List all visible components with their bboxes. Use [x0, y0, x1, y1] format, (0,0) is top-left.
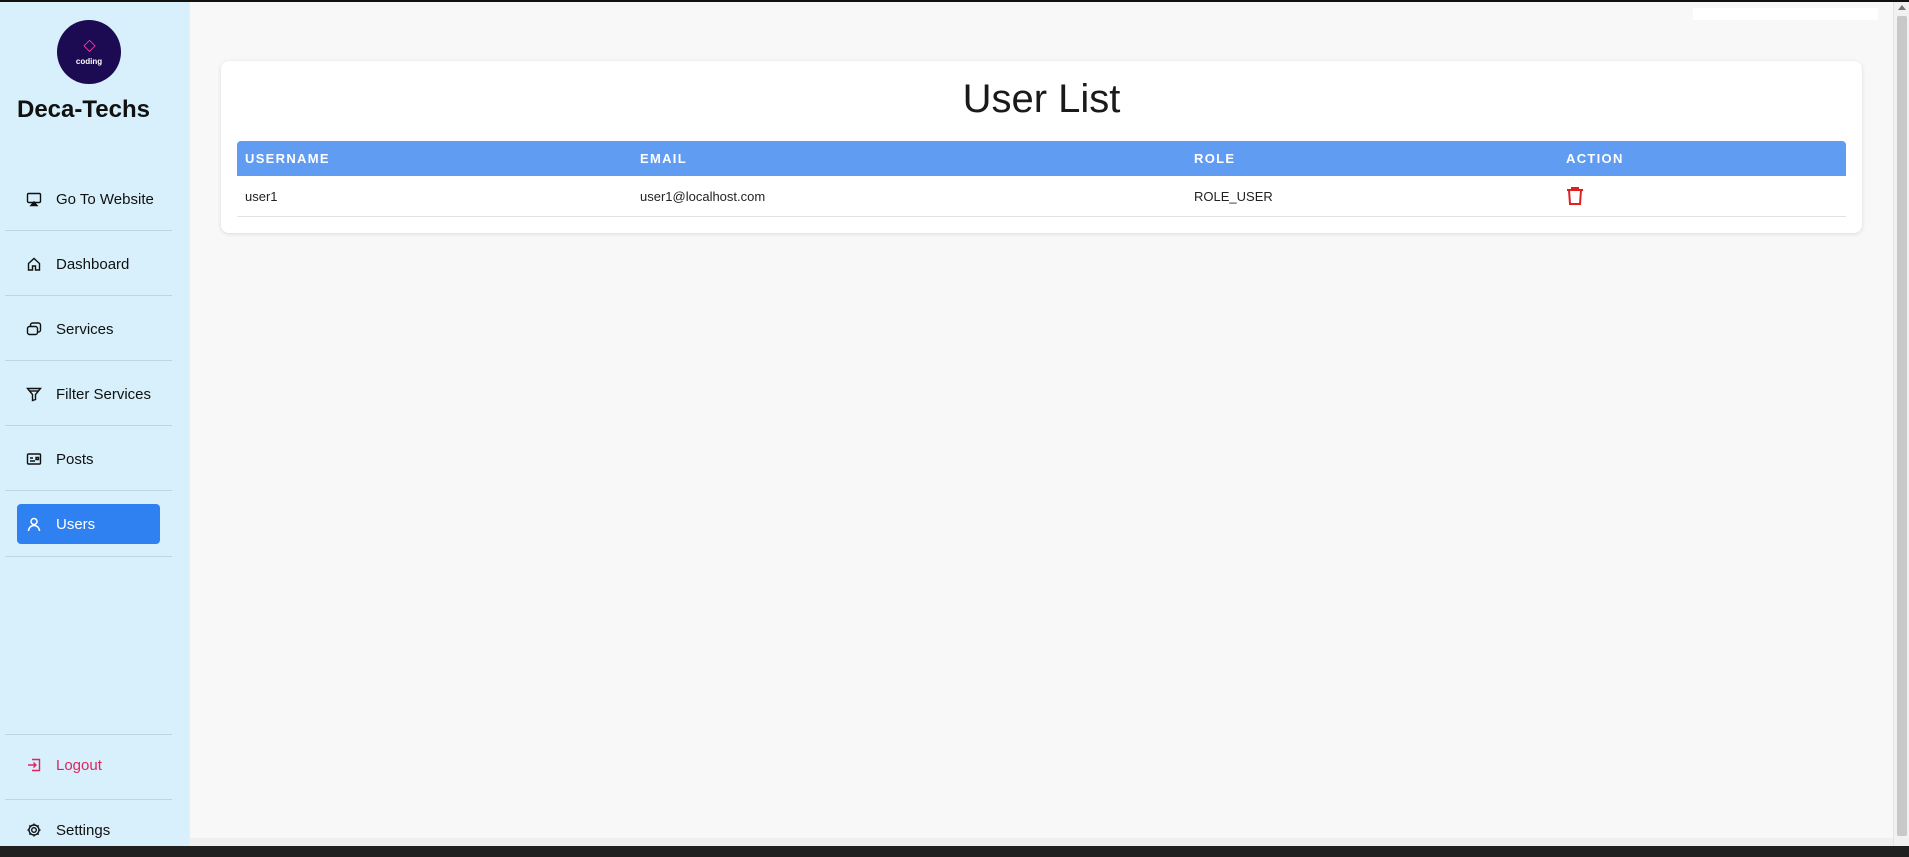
user-table: USERNAME EMAIL ROLE ACTION user1 user1@l…: [237, 141, 1846, 217]
sidebar-item-dashboard[interactable]: Dashboard: [17, 244, 160, 284]
sidebar-item-posts[interactable]: Posts: [17, 439, 160, 479]
logo: ◇ coding: [57, 20, 121, 84]
sidebar-item-services[interactable]: Services: [17, 309, 160, 349]
filter-icon: [25, 385, 43, 403]
table-row: user1 user1@localhost.com ROLE_USER: [237, 176, 1846, 217]
scroll-up-arrow-icon[interactable]: [1898, 5, 1906, 10]
sidebar-item-label: Filter Services: [56, 385, 152, 403]
vertical-scrollbar[interactable]: [1893, 2, 1909, 846]
sidebar-item-label: Users: [56, 515, 96, 533]
logo-text: coding: [75, 57, 103, 66]
sidebar-divider: [5, 230, 172, 231]
settings-button[interactable]: Settings: [17, 810, 160, 850]
top-right-blank: [1693, 8, 1878, 20]
gear-icon: [25, 821, 43, 839]
trash-icon: [1567, 187, 1583, 205]
sidebar-divider: [5, 490, 172, 491]
horizontal-scrollbar[interactable]: [190, 838, 1893, 846]
page-title: User List: [962, 77, 1121, 121]
sidebar-item-label: Services: [56, 320, 114, 338]
logout-button[interactable]: Logout: [17, 745, 160, 785]
column-header-action: ACTION: [1566, 151, 1624, 166]
logout-icon: [25, 756, 43, 774]
cell-username: user1: [245, 188, 278, 204]
sidebar-item-filter-services[interactable]: Filter Services: [17, 374, 160, 414]
table-header: USERNAME EMAIL ROLE ACTION: [237, 141, 1846, 176]
sidebar-divider: [5, 734, 172, 735]
home-icon: [25, 255, 43, 273]
user-list-card: User List USERNAME EMAIL ROLE ACTION use…: [221, 61, 1862, 233]
window-top-border: [0, 0, 1909, 2]
logout-label: Logout: [56, 756, 102, 774]
sidebar-divider: [5, 425, 172, 426]
column-header-role[interactable]: ROLE: [1194, 151, 1235, 166]
column-header-email[interactable]: EMAIL: [640, 151, 687, 166]
sidebar-divider: [5, 295, 172, 296]
sidebar-item-go-to-website[interactable]: Go To Website: [17, 179, 160, 219]
sidebar-item-label: Posts: [56, 450, 94, 468]
sidebar: ◇ coding Deca-Techs Go To Website Dashbo…: [0, 2, 190, 846]
user-icon: [25, 515, 43, 533]
sidebar-divider: [5, 799, 172, 800]
brand-name: Deca-Techs: [17, 96, 150, 123]
sidebar-divider: [5, 556, 172, 557]
cell-email: user1@localhost.com: [640, 188, 766, 204]
layers-icon: [25, 320, 43, 338]
column-header-username[interactable]: USERNAME: [245, 151, 330, 166]
sidebar-divider: [5, 360, 172, 361]
settings-label: Settings: [56, 821, 111, 839]
sidebar-item-users[interactable]: Users: [17, 504, 160, 544]
taskbar: [0, 846, 1909, 857]
monitor-cast-icon: [25, 190, 43, 208]
scroll-thumb[interactable]: [1897, 16, 1907, 836]
delete-user-button[interactable]: [1566, 186, 1584, 206]
cell-role: ROLE_USER: [1194, 188, 1273, 204]
logo-glyph: ◇: [83, 37, 95, 54]
card-icon: [25, 450, 43, 468]
sidebar-item-label: Go To Website: [56, 190, 154, 208]
sidebar-item-label: Dashboard: [56, 255, 130, 273]
